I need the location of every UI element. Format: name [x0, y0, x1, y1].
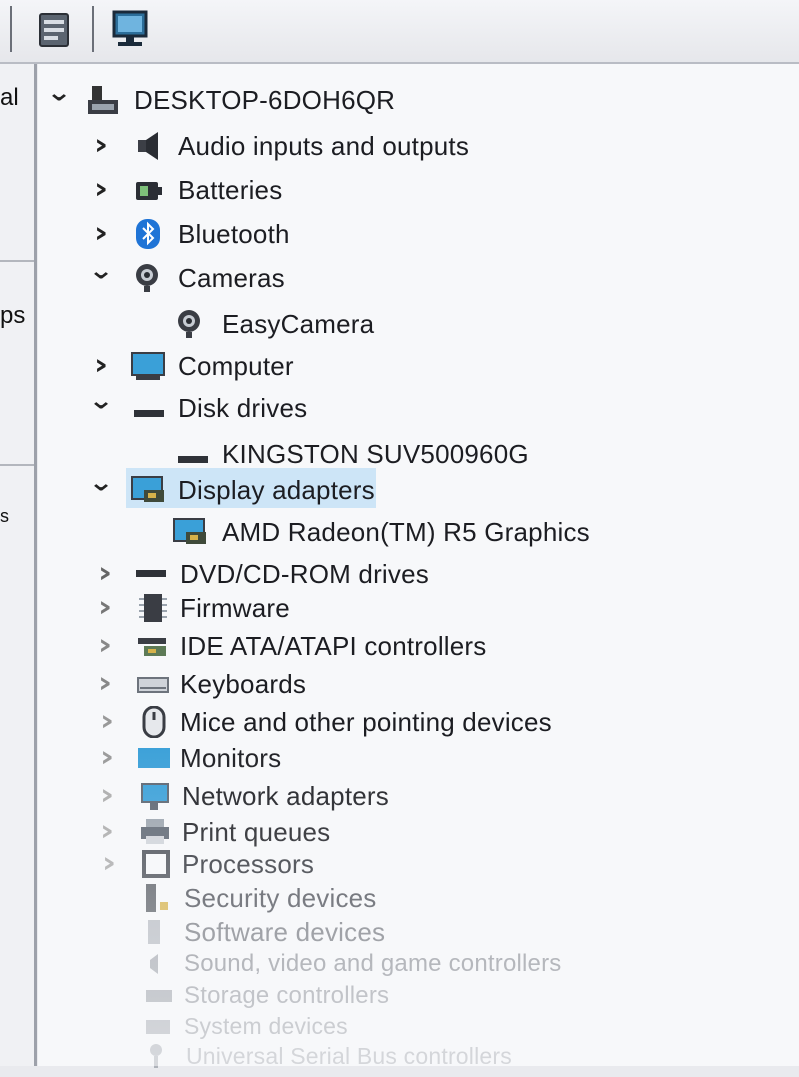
chevron-right-icon[interactable]: [92, 559, 118, 589]
tree-item-label: IDE ATA/ATAPI controllers: [180, 631, 487, 661]
tree-item-label: Computer: [178, 351, 294, 381]
chevron-right-icon[interactable]: [92, 631, 118, 661]
tree-item-display-adapters[interactable]: Display adapters: [38, 470, 738, 510]
computer-icon: [130, 350, 165, 382]
computer-root-icon: [86, 84, 120, 116]
tree-item-cameras[interactable]: Cameras: [38, 258, 738, 298]
display-adapter-icon: [130, 474, 164, 506]
toolbar-separator: [92, 6, 94, 52]
left-pane: al ps s: [0, 64, 37, 1066]
chevron-right-icon[interactable]: [94, 817, 120, 847]
scan-hardware-button[interactable]: [110, 6, 152, 52]
tree-item-keyboards[interactable]: Keyboards: [38, 664, 738, 704]
divider: [0, 260, 34, 262]
tree-item-label: Bluetooth: [178, 219, 290, 249]
tree-item-monitors[interactable]: Monitors: [38, 738, 738, 778]
tree-item-label: Mice and other pointing devices: [180, 707, 552, 737]
tree-root[interactable]: DESKTOP-6DOH6QR: [38, 80, 738, 120]
tree-item-label: Display adapters: [178, 475, 375, 505]
tree-item-label: Cameras: [178, 263, 285, 293]
battery-icon: [132, 174, 166, 206]
toolbar-separator: [10, 6, 12, 52]
tree-item-bluetooth[interactable]: Bluetooth: [38, 214, 738, 254]
tree-item-batteries[interactable]: Batteries: [38, 170, 738, 210]
chevron-right-icon[interactable]: [88, 175, 114, 205]
chevron-right-icon[interactable]: [92, 593, 118, 623]
tree-item-label: Processors: [182, 849, 315, 879]
tree-item-label: AMD Radeon(TM) R5 Graphics: [222, 517, 590, 547]
chevron-right-icon[interactable]: [94, 707, 120, 737]
keyboard-icon: [136, 668, 170, 700]
tree-item-label: KINGSTON SUV500960G: [222, 439, 529, 469]
tree-item-label: Firmware: [180, 593, 290, 623]
tree-item-mice[interactable]: Mice and other pointing devices: [38, 702, 778, 742]
properties-icon: [39, 13, 69, 47]
tree-item-easycamera[interactable]: EasyCamera: [38, 304, 738, 344]
tree-item-amd-radeon[interactable]: AMD Radeon(TM) R5 Graphics: [38, 512, 778, 552]
tree-item-label: Batteries: [178, 175, 283, 205]
network-adapter-icon: [138, 780, 172, 812]
tree-item-label: DVD/CD-ROM drives: [180, 559, 429, 589]
tree-item-computer[interactable]: Computer: [38, 346, 738, 386]
bluetooth-icon: [132, 218, 166, 250]
chevron-right-icon[interactable]: [96, 849, 122, 879]
tree-item-label: Audio inputs and outputs: [178, 131, 470, 161]
display-adapter-icon: [172, 516, 206, 548]
camera-icon: [132, 262, 166, 294]
properties-button[interactable]: [34, 6, 76, 52]
tree-item-firmware[interactable]: Firmware: [38, 588, 738, 628]
monitor-icon: [136, 742, 170, 774]
chevron-right-icon[interactable]: [88, 219, 114, 249]
chevron-right-icon[interactable]: [94, 781, 120, 811]
tree-item-ide[interactable]: IDE ATA/ATAPI controllers: [38, 626, 738, 666]
tree-item-label: Monitors: [180, 743, 282, 773]
dvd-drive-icon: [134, 558, 168, 590]
tree-item-label: Network adapters: [182, 781, 389, 811]
tree-item-disk-drives[interactable]: Disk drives: [38, 388, 738, 428]
divider: [0, 464, 34, 466]
firmware-icon: [136, 592, 170, 624]
monitor-icon: [112, 10, 148, 46]
tree-item-label: Security devices: [184, 883, 377, 913]
chevron-right-icon[interactable]: [88, 131, 114, 161]
tree-item-label: EasyCamera: [222, 309, 375, 339]
chevron-right-icon[interactable]: [92, 669, 118, 699]
tree-item-audio[interactable]: Audio inputs and outputs: [38, 126, 738, 166]
device-tree[interactable]: DESKTOP-6DOH6QR Audio inputs and outputs…: [38, 64, 799, 1069]
tree-item-label: Keyboards: [180, 669, 307, 699]
chevron-down-icon[interactable]: [88, 475, 114, 505]
toolbar: [0, 0, 799, 64]
chevron-right-icon[interactable]: [94, 743, 120, 773]
tree-item-label: Disk drives: [178, 393, 308, 423]
chevron-down-icon[interactable]: [88, 263, 114, 293]
tree-item-kingston[interactable]: KINGSTON SUV500960G: [38, 434, 738, 474]
speaker-icon: [132, 130, 166, 162]
tree-root-label: DESKTOP-6DOH6QR: [134, 85, 396, 115]
tree-item-network[interactable]: Network adapters: [38, 776, 738, 816]
tree-item-label: Universal Serial Bus controllers: [186, 1043, 512, 1069]
processor-icon: [140, 848, 174, 880]
disk-drive-icon: [176, 438, 210, 470]
left-pane-text: al: [0, 84, 19, 111]
mouse-icon: [138, 705, 172, 739]
chevron-right-icon[interactable]: [88, 351, 114, 381]
left-pane-text: s: [0, 506, 9, 526]
usb-controller-icon: [144, 1040, 178, 1072]
security-device-icon: [142, 882, 176, 914]
ide-controller-icon: [136, 630, 170, 662]
left-pane-text: ps: [0, 302, 26, 329]
chevron-down-icon[interactable]: [46, 85, 72, 115]
camera-icon: [174, 308, 208, 340]
disk-drive-icon: [132, 392, 166, 424]
tree-item-usb[interactable]: Universal Serial Bus controllers: [38, 1036, 738, 1076]
chevron-down-icon[interactable]: [88, 393, 114, 423]
